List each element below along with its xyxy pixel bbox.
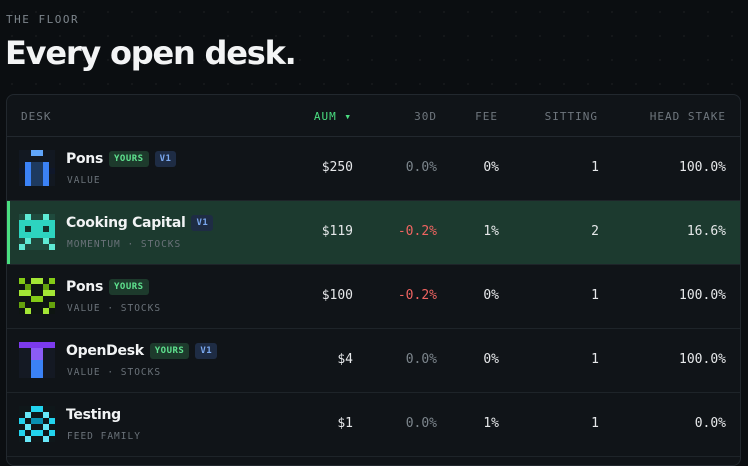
aum-value: $100	[321, 288, 353, 303]
fee-value: 1%	[483, 224, 499, 239]
sitting-value: 1	[591, 288, 599, 303]
version-badge: V1	[195, 343, 218, 359]
fee-value: 0%	[483, 352, 499, 367]
desk-name[interactable]: Pons	[66, 151, 103, 167]
desk-tags: VALUE · STOCKS	[67, 367, 162, 378]
desk-name[interactable]: Pons	[66, 279, 103, 295]
fee-value: 1%	[483, 416, 499, 431]
desk-name[interactable]: OpenDesk	[66, 343, 144, 359]
yours-badge: YOURS	[108, 151, 149, 167]
table-row[interactable]: Pons YOURS VALUE · STOCKS $100 -0.2% 0% …	[7, 265, 740, 329]
sitting-value: 1	[591, 416, 599, 431]
desk-tags: FEED FAMILY	[67, 431, 141, 442]
yours-badge: YOURS	[149, 343, 190, 359]
col-desk-header[interactable]: DESK	[21, 110, 52, 123]
sitting-value: 1	[591, 160, 599, 175]
fee-value: 0%	[483, 160, 499, 175]
sitting-value: 1	[591, 352, 599, 367]
col-30d-header[interactable]: 30D	[414, 110, 437, 123]
pixel-avatar-purple-t-icon	[19, 342, 55, 378]
aum-value: $119	[321, 224, 353, 239]
col-stake-header[interactable]: HEAD STAKE	[650, 110, 726, 123]
desk-tags: VALUE · STOCKS	[67, 303, 162, 314]
desks-table: DESK AUM ▾ 30D FEE SITTING HEAD STAKE Po…	[6, 94, 741, 466]
pixel-avatar-blue-bars-icon	[19, 150, 55, 186]
col-fee-header[interactable]: FEE	[475, 110, 498, 123]
head-stake-value: 100.0%	[679, 160, 726, 175]
version-badge: V1	[154, 151, 177, 167]
yours-badge: YOURS	[108, 279, 149, 295]
col-aum-header[interactable]: AUM ▾	[314, 110, 352, 123]
return-30d-value: 0.0%	[405, 160, 437, 175]
table-row[interactable]: OpenDesk YOURS V1 VALUE · STOCKS $4 0.0%…	[7, 329, 740, 393]
table-row[interactable]: Testing FEED FAMILY $1 0.0% 1% 1 0.0%	[7, 393, 740, 457]
aum-value: $4	[337, 352, 353, 367]
pixel-avatar-green-checker-icon	[19, 278, 55, 314]
sitting-value: 2	[591, 224, 599, 239]
table-header: DESK AUM ▾ 30D FEE SITTING HEAD STAKE	[7, 95, 740, 137]
head-stake-value: 100.0%	[679, 288, 726, 303]
fee-value: 0%	[483, 288, 499, 303]
version-badge: V1	[191, 215, 214, 231]
desk-name[interactable]: Cooking Capital	[66, 215, 186, 231]
return-30d-value: -0.2%	[397, 288, 437, 303]
desk-tags: VALUE	[67, 175, 101, 186]
desk-tags: MOMENTUM · STOCKS	[67, 239, 182, 250]
return-30d-value: 0.0%	[405, 352, 437, 367]
head-stake-value: 100.0%	[679, 352, 726, 367]
head-stake-value: 16.6%	[686, 224, 726, 239]
col-sitting-header[interactable]: SITTING	[545, 110, 598, 123]
return-30d-value: 0.0%	[405, 416, 437, 431]
head-stake-value: 0.0%	[694, 416, 726, 431]
table-row[interactable]: Pons YOURS V1 VALUE $250 0.0% 0% 1 100.0…	[7, 137, 740, 201]
aum-value: $250	[321, 160, 353, 175]
desk-name[interactable]: Testing	[66, 407, 121, 423]
section-eyebrow: THE FLOOR	[6, 13, 80, 26]
return-30d-value: -0.2%	[397, 224, 437, 239]
pixel-avatar-cyan-dots-icon	[19, 406, 55, 442]
page-title: Every open desk.	[5, 34, 297, 72]
pixel-avatar-teal-invader-icon	[19, 214, 55, 250]
aum-value: $1	[337, 416, 353, 431]
table-row[interactable]: Cooking Capital V1 MOMENTUM · STOCKS $11…	[7, 201, 740, 265]
